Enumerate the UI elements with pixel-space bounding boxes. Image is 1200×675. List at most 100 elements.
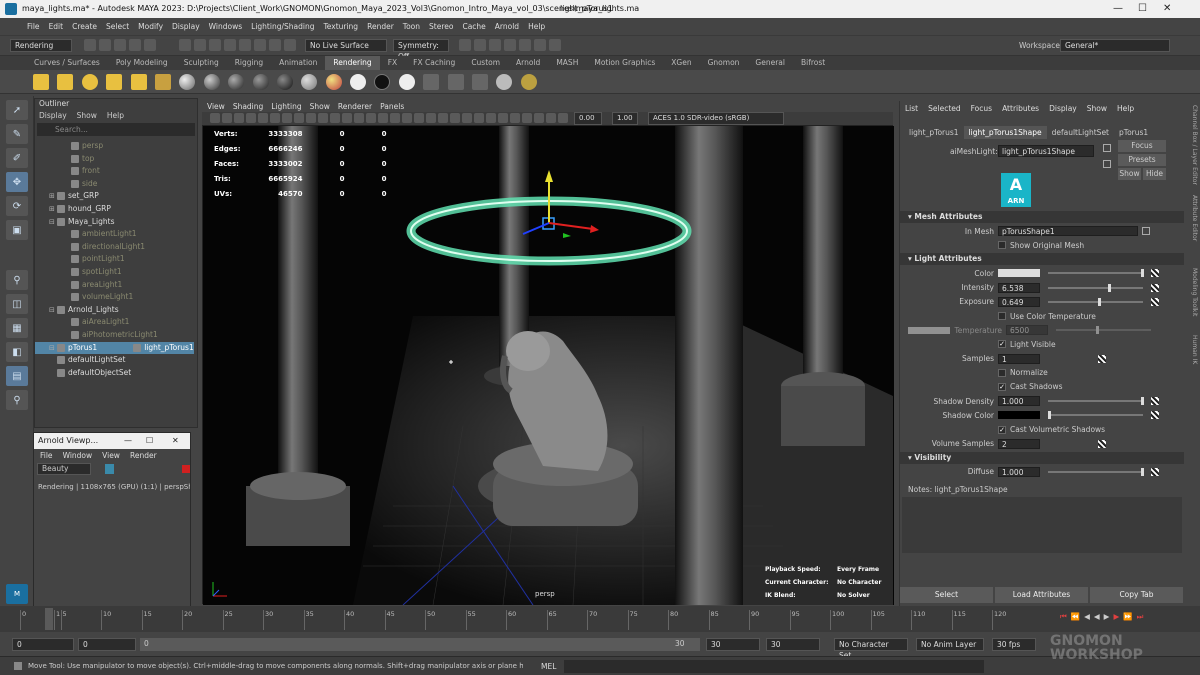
hide-button[interactable]: Hide bbox=[1143, 168, 1166, 180]
arnold-maximize-icon[interactable]: ☐ bbox=[146, 436, 153, 445]
arnold-minimize-icon[interactable]: — bbox=[124, 436, 132, 445]
diffuse-map-icon[interactable] bbox=[1151, 467, 1159, 476]
wireframe-on-shaded-icon[interactable] bbox=[390, 112, 400, 123]
viewport-menu-show[interactable]: Show bbox=[310, 102, 330, 111]
motion-blur-icon[interactable] bbox=[450, 112, 460, 123]
viewport-menu-panels[interactable]: Panels bbox=[380, 102, 404, 111]
outliner-item-houndgrp[interactable]: ⊞ hound_GRP bbox=[35, 203, 197, 216]
batch-render-icon[interactable] bbox=[472, 74, 489, 90]
open-scene-icon[interactable] bbox=[99, 38, 111, 51]
shelf-tab-xgen[interactable]: XGen bbox=[663, 56, 699, 70]
camera-icon[interactable] bbox=[496, 74, 513, 90]
live-surface-field[interactable]: No Live Surface bbox=[305, 39, 387, 52]
render-settings-shelf-icon[interactable] bbox=[447, 74, 464, 90]
directional-light-icon[interactable] bbox=[57, 74, 74, 90]
outliner-menu-show[interactable]: Show bbox=[77, 111, 97, 120]
cast-shadows-checkbox[interactable]: ✓ bbox=[998, 382, 1006, 391]
expand-icon[interactable]: ⊟ bbox=[49, 342, 57, 355]
xray-joints-icon[interactable] bbox=[510, 112, 520, 123]
outliner-search[interactable]: Search... bbox=[37, 123, 195, 136]
viewport-menu-shading[interactable]: Shading bbox=[233, 102, 263, 111]
normalize-checkbox[interactable] bbox=[998, 368, 1006, 377]
shadows-icon[interactable] bbox=[426, 112, 436, 123]
attr-menu-display[interactable]: Display bbox=[1049, 104, 1077, 113]
lambert-icon[interactable] bbox=[203, 74, 220, 90]
outliner-menu-help[interactable]: Help bbox=[107, 111, 124, 120]
spot-light-icon[interactable] bbox=[106, 74, 123, 90]
outliner-item-side[interactable]: side bbox=[35, 178, 197, 191]
menu-item-render[interactable]: Render bbox=[367, 22, 394, 31]
go-end-icon[interactable]: ⏭ bbox=[1137, 612, 1144, 626]
shelf-tab-gnomon[interactable]: Gnomon bbox=[700, 56, 748, 70]
image-plane-icon[interactable] bbox=[234, 112, 244, 123]
outliner-item-defaultobjectset[interactable]: defaultObjectSet bbox=[35, 367, 197, 380]
persp-outliner-icon[interactable]: ▤ bbox=[6, 366, 28, 386]
last-tool-icon[interactable]: ⚲ bbox=[6, 270, 28, 290]
render-view-icon[interactable] bbox=[423, 74, 440, 90]
textured-icon[interactable] bbox=[402, 112, 412, 123]
attr-tab-ptorus1[interactable]: pTorus1 bbox=[1114, 126, 1153, 139]
exposure-attr-field[interactable]: 0.649 bbox=[998, 296, 1040, 307]
minimize-icon[interactable]: — bbox=[1113, 3, 1123, 14]
side-tab-0[interactable]: Channel Box / Layer Editor bbox=[1188, 105, 1198, 185]
safe-title-icon[interactable] bbox=[342, 112, 352, 123]
outliner-item-defaultlightset[interactable]: defaultLightSet bbox=[35, 354, 197, 367]
intensity-map-icon[interactable] bbox=[1151, 283, 1159, 292]
xray-components-icon[interactable] bbox=[522, 112, 532, 123]
exposure-field[interactable]: 0.00 bbox=[574, 112, 602, 125]
select-component-icon[interactable] bbox=[209, 38, 221, 51]
mel-label[interactable]: MEL bbox=[541, 662, 556, 671]
single-view-icon[interactable]: ◫ bbox=[6, 294, 28, 314]
attr-tab-lightptorus1shape[interactable]: light_pTorus1Shape bbox=[963, 126, 1047, 139]
ramp-shader-icon[interactable] bbox=[325, 74, 342, 90]
outliner-item-arnoldlights[interactable]: ⊟ Arnold_Lights bbox=[35, 304, 197, 317]
viewport-menu-view[interactable]: View bbox=[207, 102, 225, 111]
show-original-checkbox[interactable] bbox=[998, 241, 1006, 250]
diffuse-slider[interactable] bbox=[1048, 467, 1144, 476]
light-visible-checkbox[interactable]: ✓ bbox=[998, 340, 1006, 349]
menu-item-help[interactable]: Help bbox=[528, 22, 545, 31]
xray-icon[interactable] bbox=[498, 112, 508, 123]
copy-tab-button[interactable]: Copy Tab bbox=[1090, 587, 1183, 603]
2d-pan-icon[interactable] bbox=[246, 112, 256, 123]
anti-alias-icon[interactable] bbox=[462, 112, 472, 123]
attr-menu-list[interactable]: List bbox=[905, 104, 918, 113]
snap-curve-icon[interactable] bbox=[239, 38, 251, 51]
render-settings-icon[interactable] bbox=[489, 38, 501, 51]
menu-item-arnold[interactable]: Arnold bbox=[495, 22, 519, 31]
play-back-icon[interactable]: ◀ bbox=[1094, 612, 1100, 626]
new-scene-icon[interactable] bbox=[84, 38, 96, 51]
shelf-tab-sculpting[interactable]: Sculpting bbox=[176, 56, 227, 70]
load-attributes-button[interactable]: Load Attributes bbox=[995, 587, 1088, 603]
light-attributes-section[interactable]: ▾ Light Attributes bbox=[900, 253, 1184, 266]
play-forward-icon[interactable]: ▶ bbox=[1104, 612, 1110, 626]
scale-tool-icon[interactable]: ▣ bbox=[6, 220, 28, 240]
attr-menu-focus[interactable]: Focus bbox=[971, 104, 992, 113]
menu-item-texturing[interactable]: Texturing bbox=[323, 22, 358, 31]
shelf-tab-motiongraphics[interactable]: Motion Graphics bbox=[586, 56, 663, 70]
range-slider[interactable]: 0 30 bbox=[140, 637, 700, 651]
shelf-tab-rendering[interactable]: Rendering bbox=[325, 56, 380, 70]
menu-item-lightingshading[interactable]: Lighting/Shading bbox=[251, 22, 314, 31]
outliner-item-front[interactable]: front bbox=[35, 165, 197, 178]
phonge-icon[interactable] bbox=[252, 74, 269, 90]
shadow-density-field[interactable]: 1.000 bbox=[998, 396, 1040, 407]
hypershade-icon[interactable] bbox=[504, 38, 516, 51]
colorspace-dropdown[interactable]: ACES 1.0 SDR-video (sRGB) bbox=[648, 112, 784, 125]
render-frame-icon[interactable] bbox=[459, 38, 471, 51]
in-mesh-field[interactable]: pTorusShape1 bbox=[998, 226, 1138, 237]
attr-tab-defaultlightset[interactable]: defaultLightSet bbox=[1047, 126, 1114, 139]
vol-samples-map-icon[interactable] bbox=[1098, 439, 1106, 448]
use-lights-icon[interactable] bbox=[414, 112, 424, 123]
attr-tab-lightptorus1[interactable]: light_pTorus1 bbox=[904, 126, 964, 139]
arnold-menu-view[interactable]: View bbox=[102, 451, 120, 460]
ipr-render-icon[interactable] bbox=[474, 38, 486, 51]
expand-icon[interactable]: ⊟ bbox=[49, 304, 57, 317]
light-editor-icon[interactable] bbox=[534, 38, 546, 51]
expand-icon[interactable]: ⊞ bbox=[49, 190, 57, 203]
point-light-icon[interactable] bbox=[81, 74, 98, 90]
shadow-color-map-icon[interactable] bbox=[1151, 411, 1159, 420]
arnold-menu-render[interactable]: Render bbox=[130, 451, 157, 460]
shading-map-icon[interactable] bbox=[398, 74, 415, 90]
end-time-field[interactable]: 30 bbox=[766, 637, 820, 651]
